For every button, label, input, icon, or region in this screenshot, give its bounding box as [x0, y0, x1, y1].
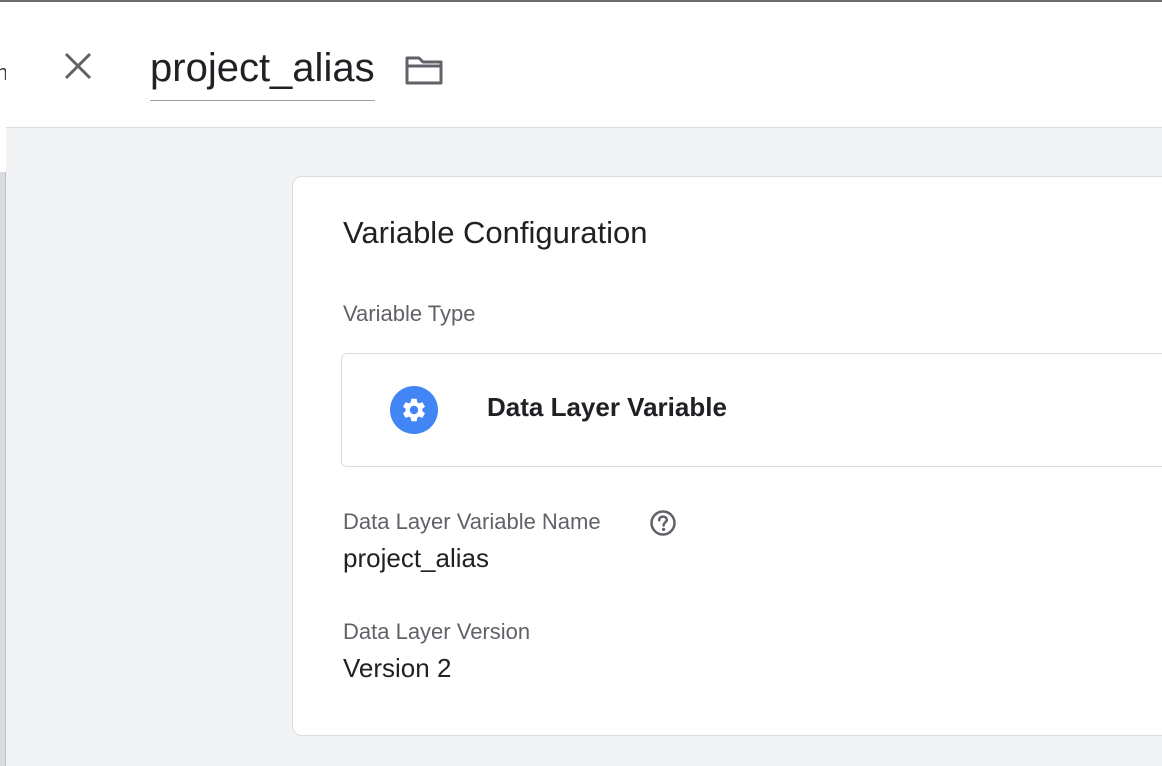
gear-icon [403, 398, 425, 422]
folder-icon [405, 56, 443, 85]
variable-type-selector[interactable]: Data Layer Variable [341, 353, 1162, 467]
data-layer-variable-name-label: Data Layer Variable Name [343, 509, 601, 534]
variable-name-input[interactable]: project_alias [150, 42, 375, 101]
variable-type-label: Variable Type [343, 301, 476, 326]
card-title: Variable Configuration [343, 215, 648, 250]
data-layer-version-value: Version 2 [343, 653, 452, 683]
data-layer-version-label: Data Layer Version [343, 619, 531, 644]
close-button[interactable] [56, 44, 100, 88]
help-icon [650, 510, 676, 536]
data-layer-variable-name-value: project_alias [343, 543, 489, 573]
editor-header: project_alias [6, 2, 1162, 128]
variable-configuration-card: Variable Configuration Variable Type Dat… [292, 176, 1162, 736]
help-button[interactable] [649, 509, 677, 537]
folder-button[interactable] [400, 46, 448, 94]
variable-type-icon-badge [390, 386, 438, 434]
variable-type-name: Data Layer Variable [487, 392, 727, 422]
close-icon [64, 52, 92, 80]
